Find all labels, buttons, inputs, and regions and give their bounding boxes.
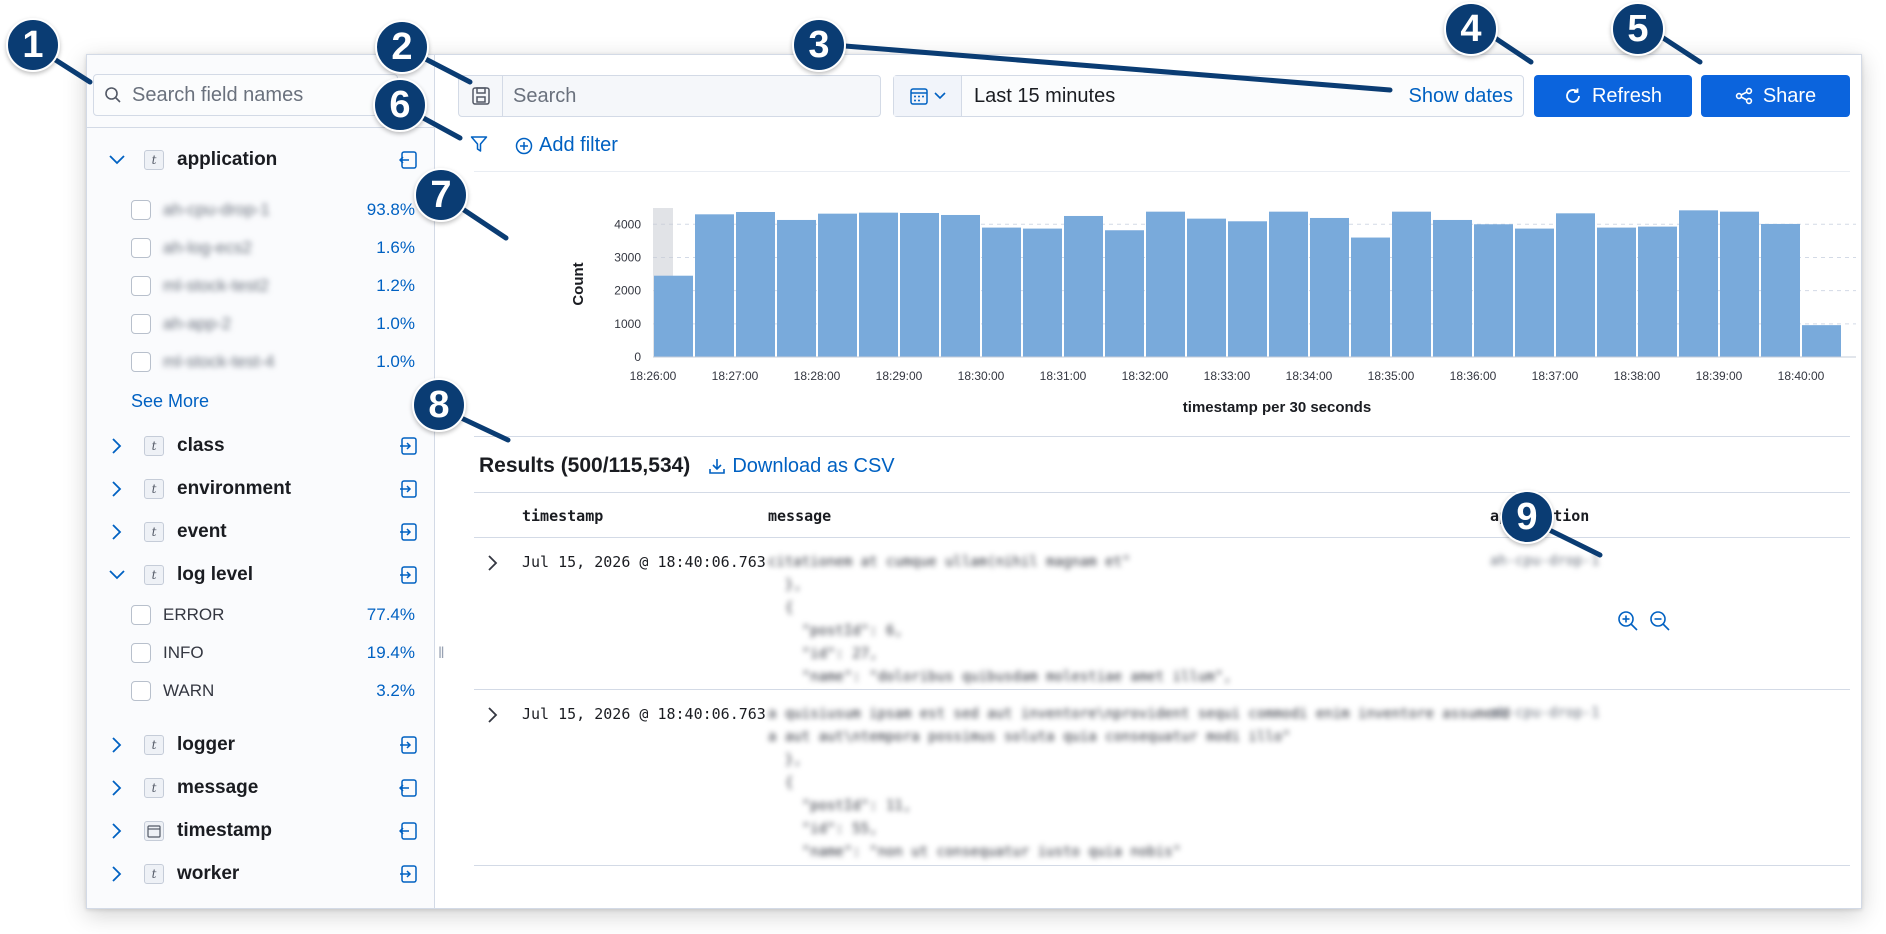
callout-5: 5 xyxy=(1611,2,1665,56)
callout-7: 7 xyxy=(414,168,468,222)
callout-9: 9 xyxy=(1500,490,1554,544)
callout-4: 4 xyxy=(1444,2,1498,56)
callout-connectors xyxy=(37,25,1703,558)
callout-6: 6 xyxy=(373,78,427,132)
callout-1: 1 xyxy=(6,18,60,72)
callout-3: 3 xyxy=(792,18,846,72)
callout-8: 8 xyxy=(412,378,466,432)
callout-2: 2 xyxy=(375,20,429,74)
